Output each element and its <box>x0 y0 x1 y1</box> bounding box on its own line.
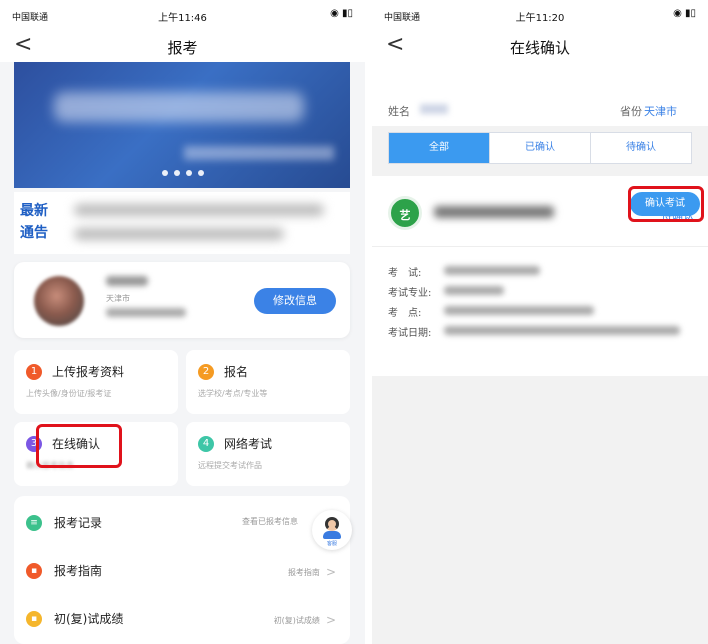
page-title: 在线确认 <box>509 39 570 57</box>
field-label: 考 点: <box>388 308 422 319</box>
list-item-label: 报考记录 <box>54 516 103 530</box>
customer-service-button[interactable]: 客服 <box>312 510 352 550</box>
clock: 上午11:46 <box>158 13 207 24</box>
news-tag: 最新 通告 <box>20 203 48 241</box>
list-item-label: 报考指南 <box>54 564 103 578</box>
highlight-box <box>628 186 704 222</box>
nav-bar: < 报考 <box>0 30 365 62</box>
cell-label: 网络考试 <box>224 437 273 451</box>
list-item-hint: 报考指南 > <box>287 564 336 579</box>
chevron-right-icon: > <box>325 565 336 579</box>
battery-icon: ◉ ▮▯ <box>673 8 696 19</box>
tab-pending[interactable]: 待确认 <box>591 133 691 163</box>
school-name <box>434 206 554 218</box>
step-number-icon: 2 <box>198 364 214 380</box>
candidate-name <box>420 104 448 114</box>
guide-icon: ▪ <box>26 563 42 579</box>
divider <box>372 246 708 247</box>
hint-text: 初(复)试成绩 <box>273 616 320 625</box>
candidate-info: 姓名 省份 天津市 <box>372 94 708 126</box>
cell-desc: 上传头像/身份证/报考证 <box>26 389 112 398</box>
user-id <box>106 308 186 317</box>
status-bar: 中国联通 上午11:46 ◉ ▮▯ <box>0 0 365 30</box>
list-item-hint: 查看已报考信息 <box>242 516 298 527</box>
cell-label: 上传报考资料 <box>52 365 125 379</box>
field-value <box>444 266 540 275</box>
carousel-dot[interactable] <box>174 170 180 176</box>
page-title: 报考 <box>167 39 198 57</box>
field-label: 考 试: <box>388 268 422 279</box>
carousel-dots[interactable] <box>162 170 204 176</box>
field-value <box>444 286 504 295</box>
app-screen-signup: 中国联通 上午11:46 ◉ ▮▯ < 报考 最新 通告 天津市 修改信息 1 … <box>0 0 365 644</box>
agent-body-icon <box>323 531 341 539</box>
field-label: 考试日期: <box>388 328 432 339</box>
cell-label: 报名 <box>224 365 249 379</box>
chevron-right-icon: > <box>325 613 336 627</box>
step-number-icon: 1 <box>26 364 42 380</box>
tab-all[interactable]: 全部 <box>389 133 490 163</box>
avatar <box>34 276 84 326</box>
banner-carousel[interactable] <box>14 62 350 188</box>
cell-desc: 选学校/考点/专业等 <box>198 389 268 398</box>
carousel-dot[interactable] <box>186 170 192 176</box>
user-name <box>106 276 148 286</box>
list-item-scores[interactable]: ▪ 初(复)试成绩 初(复)试成绩 > <box>14 596 350 642</box>
online-exam-button[interactable]: 4 网络考试 远程提交考试作品 <box>186 422 350 486</box>
hint-text: 查看已报考信息 <box>242 517 298 526</box>
battery-icon: ◉ ▮▯ <box>330 8 353 19</box>
user-city: 天津市 <box>106 294 130 303</box>
filter-tabs: 全部 已确认 待确认 <box>388 132 692 164</box>
upload-materials-button[interactable]: 1 上传报考资料 上传头像/身份证/报考证 <box>14 350 178 414</box>
profile-card: 天津市 修改信息 <box>14 262 350 338</box>
nav-bar: < 在线确认 <box>372 30 708 94</box>
name-label: 姓名 <box>388 105 410 118</box>
banner-caption <box>184 146 334 160</box>
register-button[interactable]: 2 报名 选学校/考点/专业等 <box>186 350 350 414</box>
function-grid: 1 上传报考资料 上传头像/身份证/报考证 2 报名 选学校/考点/专业等 3 … <box>14 350 350 486</box>
status-bar: 中国联通 上午11:20 ◉ ▮▯ <box>372 0 708 30</box>
field-label: 考试专业: <box>388 288 432 299</box>
field-value <box>444 306 594 315</box>
province-value: 天津市 <box>644 105 677 118</box>
hint-text: 报考指南 <box>287 568 320 577</box>
list-item-records[interactable]: ≡ 报考记录 查看已报考信息 <box>14 500 350 546</box>
news-bulletin[interactable]: 最新 通告 <box>14 192 350 254</box>
list-item-label: 初(复)试成绩 <box>54 612 124 626</box>
carousel-dot[interactable] <box>198 170 204 176</box>
highlight-box <box>36 424 122 468</box>
province-label: 省份 <box>620 105 642 118</box>
news-item[interactable] <box>74 204 324 216</box>
carousel-dot[interactable] <box>162 170 168 176</box>
tab-confirmed[interactable]: 已确认 <box>490 133 591 163</box>
step-number-icon: 4 <box>198 436 214 452</box>
app-screen-online-confirm: 中国联通 上午11:20 ◉ ▮▯ < 在线确认 姓名 省份 天津市 全部 已确… <box>372 0 708 644</box>
support-label: 客服 <box>326 541 337 547</box>
cell-desc: 远程提交考试作品 <box>198 461 262 470</box>
news-item[interactable] <box>74 228 284 240</box>
scores-icon: ▪ <box>26 611 42 627</box>
list-item-guide[interactable]: ▪ 报考指南 报考指南 > <box>14 548 350 594</box>
clock: 上午11:20 <box>515 13 565 24</box>
banner-image <box>54 92 304 122</box>
list-item-hint: 初(复)试成绩 > <box>273 612 336 627</box>
field-value <box>444 326 680 335</box>
records-icon: ≡ <box>26 515 42 531</box>
menu-list: ≡ 报考记录 查看已报考信息 ▪ 报考指南 报考指南 > ▪ 初(复)试成绩 初(… <box>14 496 350 644</box>
agent-icon <box>325 517 339 531</box>
edit-info-button[interactable]: 修改信息 <box>254 288 336 314</box>
school-logo-icon: 艺 <box>388 196 422 230</box>
